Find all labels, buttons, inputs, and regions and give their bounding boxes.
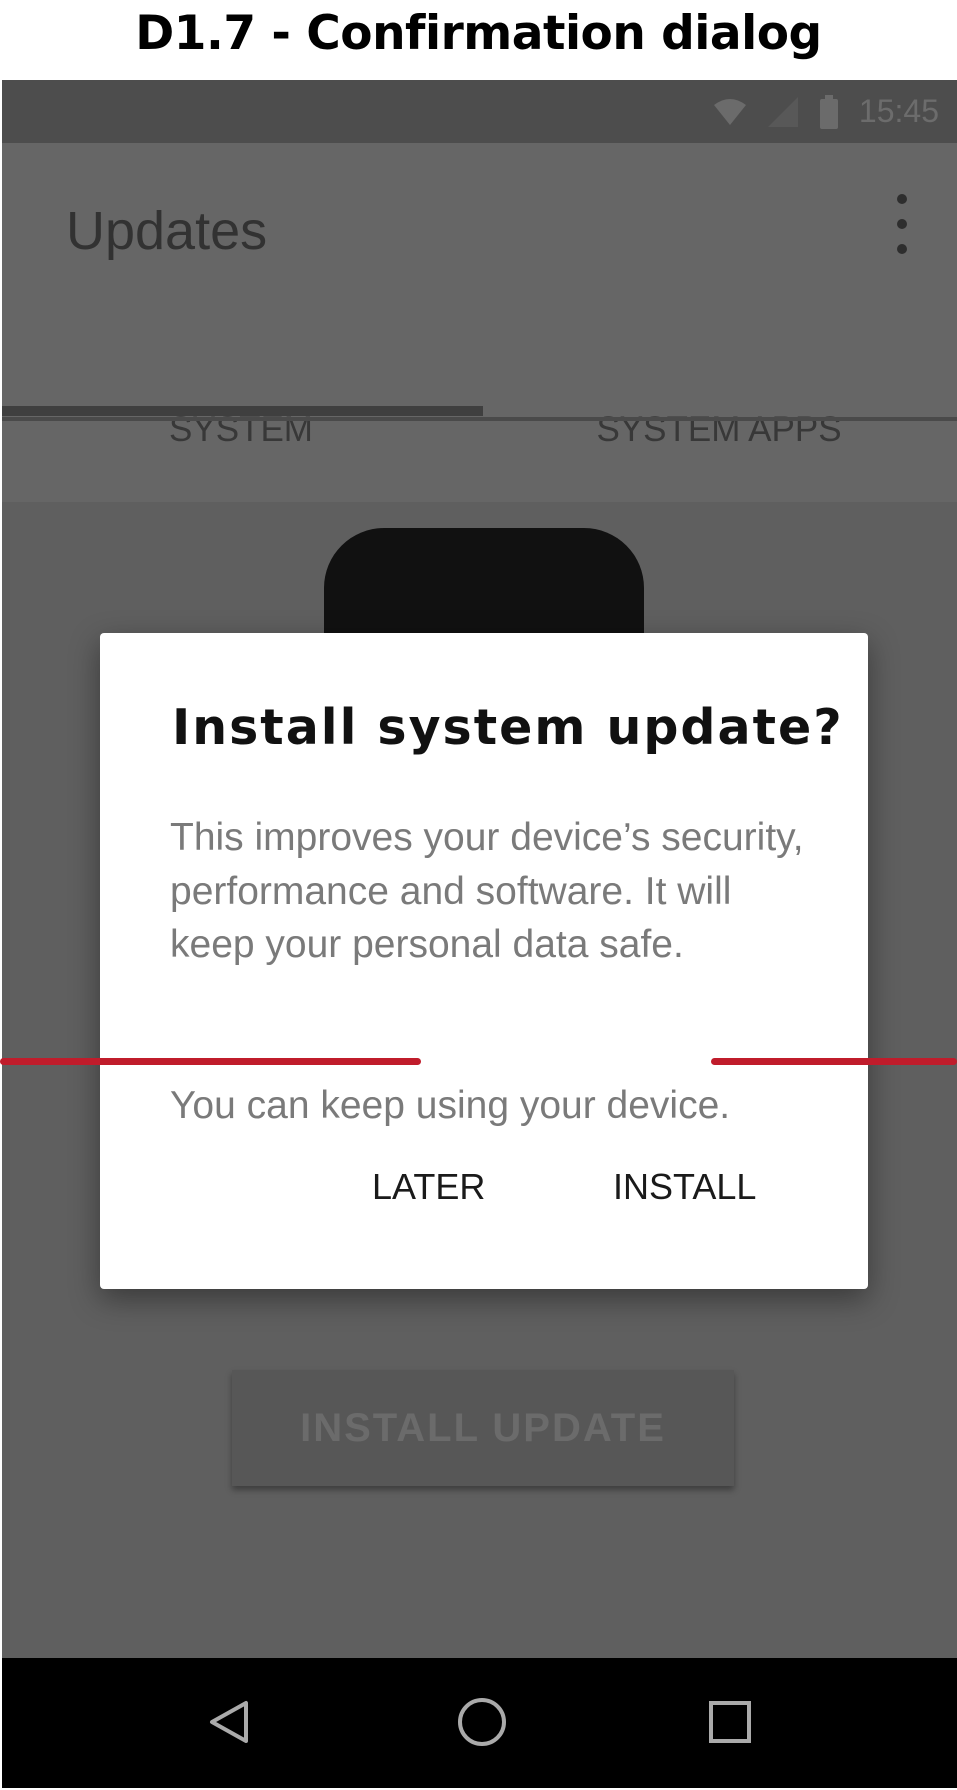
status-icons: 15:45 [713,80,939,143]
tab-indicator [2,406,483,416]
confirmation-dialog: Install system update? This improves you… [100,633,868,1289]
recents-icon[interactable] [709,1701,751,1743]
status-bar: 15:45 [2,80,957,143]
tab-divider [2,417,957,421]
battery-icon [819,94,838,129]
wifi-icon [713,98,746,125]
dialog-body-text: This improves your device’s security, pe… [170,816,804,966]
page-title: Updates [66,201,268,261]
tab-system-apps[interactable]: SYSTEM APPS [480,332,957,492]
annotation-line-left [0,1058,421,1065]
dialog-title: Install system update? [172,699,844,756]
install-button[interactable]: INSTALL [613,1169,756,1205]
overflow-menu-icon[interactable] [887,194,917,254]
later-button[interactable]: LATER [372,1169,485,1205]
dialog-secondary-text: You can keep using your device. [170,1084,731,1127]
phone-screen: 15:45 Updates SYSTEM SYSTEM APPS INSTALL… [2,80,957,1788]
home-icon[interactable] [458,1698,506,1746]
back-icon[interactable] [208,1700,250,1744]
install-update-button[interactable]: INSTALL UPDATE [232,1370,734,1486]
screen-caption: D1.7 - Confirmation dialog [135,6,822,61]
navigation-bar [2,1658,957,1788]
annotation-line-right [711,1058,957,1065]
status-time: 15:45 [858,93,939,129]
signal-icon [767,96,798,127]
